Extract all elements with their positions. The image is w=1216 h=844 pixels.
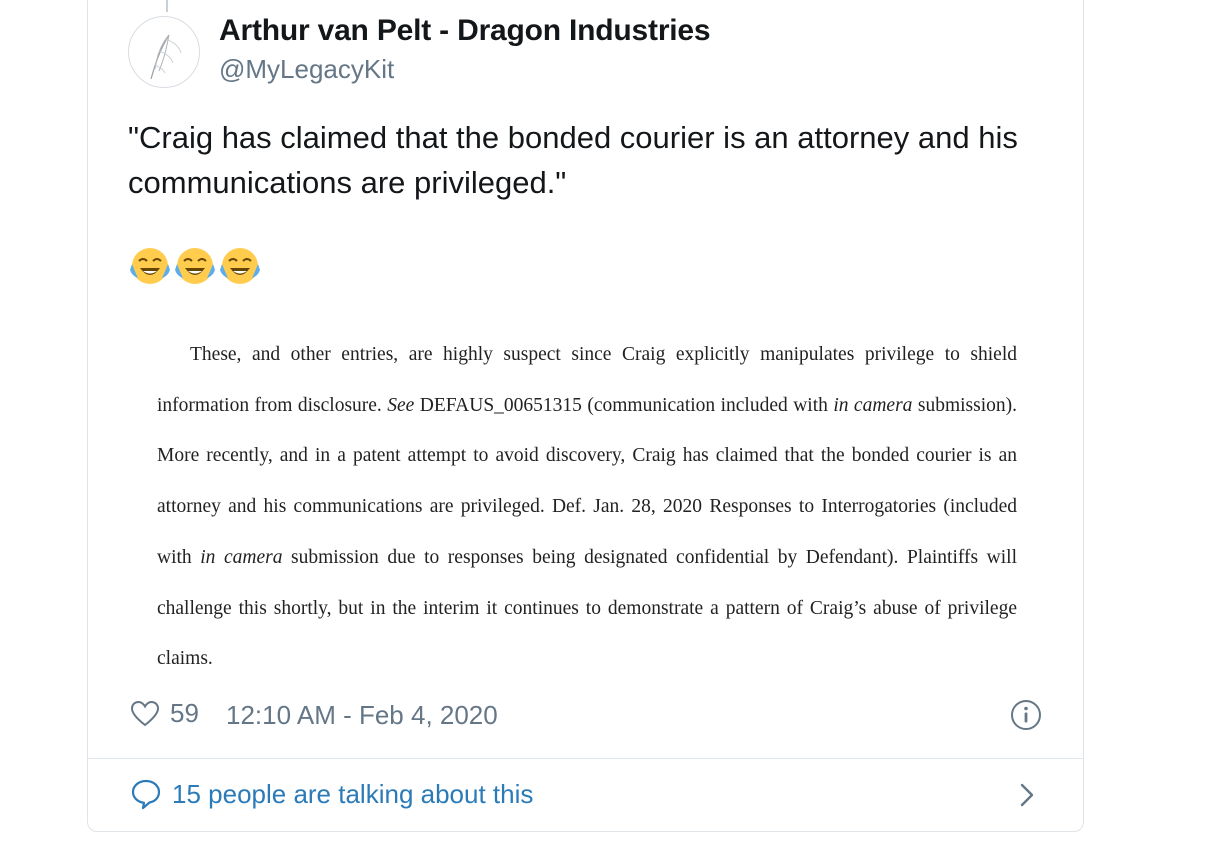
info-icon[interactable] xyxy=(1010,699,1042,731)
conversation-link-label: 15 people are talking about this xyxy=(172,778,534,809)
chevron-right-icon[interactable] xyxy=(1014,780,1040,810)
speech-bubble-icon xyxy=(131,779,161,810)
avatar[interactable] xyxy=(128,16,200,88)
tears-of-joy-emoji-icon xyxy=(175,248,215,284)
heart-icon xyxy=(130,700,160,726)
likes-count: 59 xyxy=(170,698,199,728)
divider xyxy=(88,758,1083,759)
author-display-name[interactable]: Arthur van Pelt - Dragon Industries xyxy=(219,14,711,48)
thread-connector-line xyxy=(166,0,168,12)
tears-of-joy-emoji-icon xyxy=(130,248,170,284)
conversation-link[interactable]: 15 people are talking about this xyxy=(130,778,533,810)
tweet-text: "Craig has claimed that the bonded couri… xyxy=(128,120,1018,200)
author-handle[interactable]: @MyLegacyKit xyxy=(219,54,394,85)
like-button[interactable]: 59 xyxy=(130,698,199,729)
emoji-row xyxy=(128,244,262,288)
tears-of-joy-emoji-icon xyxy=(220,248,260,284)
tweet-timestamp[interactable]: 12:10 AM - Feb 4, 2020 xyxy=(226,700,498,731)
attached-document-image[interactable]: These, and other entries, are highly sus… xyxy=(157,330,1017,685)
feather-quill-icon xyxy=(150,34,182,80)
